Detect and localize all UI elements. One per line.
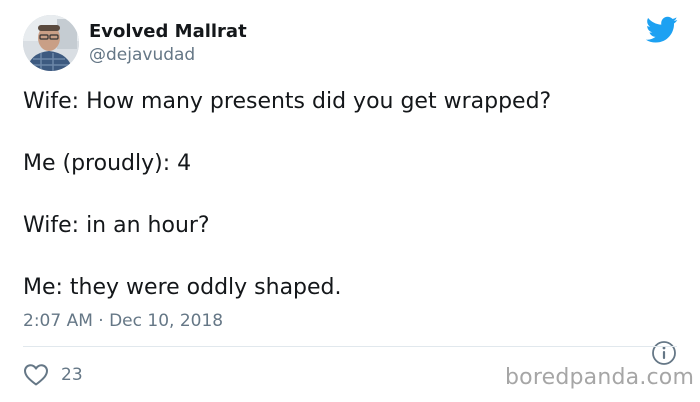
like-count: 23 xyxy=(61,365,83,385)
avatar[interactable] xyxy=(23,15,79,71)
tweet-line: Wife: in an hour? xyxy=(23,213,210,238)
author-handle[interactable]: @dejavudad xyxy=(89,45,195,65)
author-name[interactable]: Evolved Mallrat xyxy=(89,21,247,42)
heart-icon xyxy=(24,364,48,386)
tweet-line: Me: they were oddly shaped. xyxy=(23,275,342,300)
tweet-line: Wife: How many presents did you get wrap… xyxy=(23,89,552,114)
divider xyxy=(23,346,677,347)
like-button[interactable]: 23 xyxy=(23,362,83,388)
tweet-text: Wife: How many presents did you get wrap… xyxy=(23,86,673,304)
avatar-photo xyxy=(23,15,79,71)
info-icon[interactable] xyxy=(651,340,677,366)
tweet-timestamp[interactable]: 2:07 AM · Dec 10, 2018 xyxy=(23,311,223,331)
twitter-bird-icon[interactable] xyxy=(646,16,678,44)
tweet-line: Me (proudly): 4 xyxy=(23,151,192,176)
tweet-card: Evolved Mallrat @dejavudad Wife: How man… xyxy=(0,0,700,402)
watermark: boredpanda.com xyxy=(505,365,695,390)
